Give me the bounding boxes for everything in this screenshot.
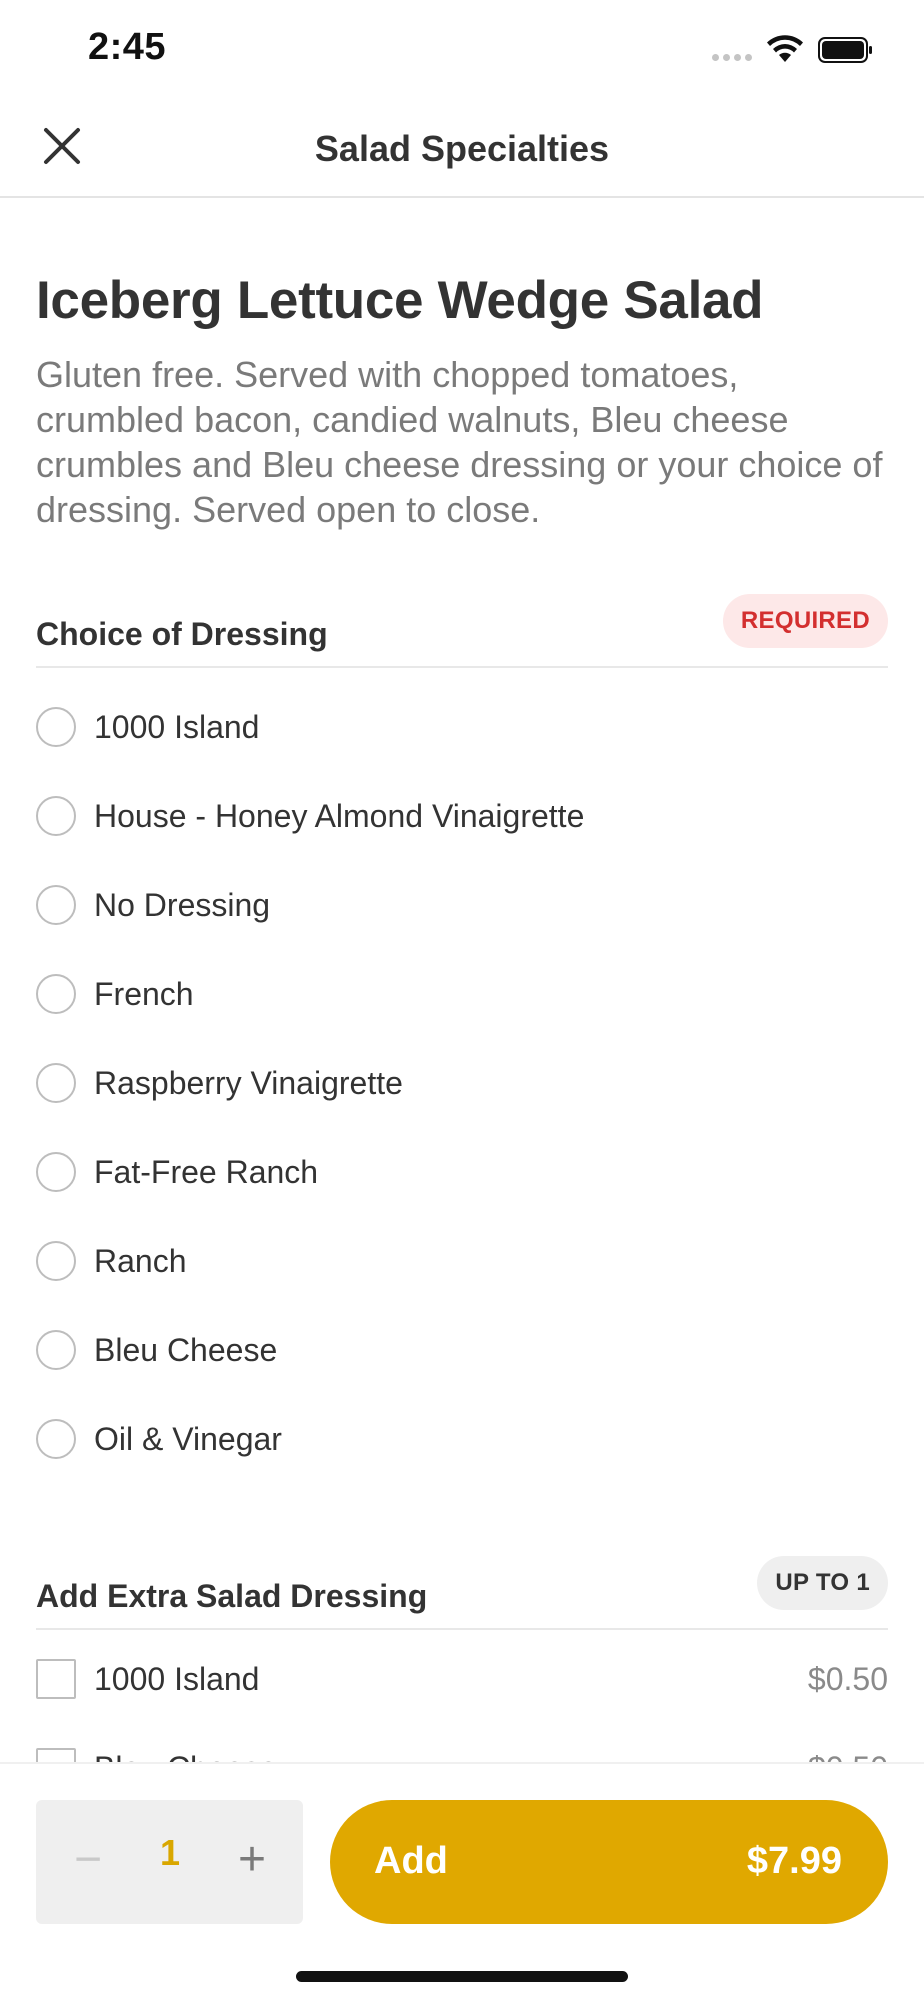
limit-badge: UP TO 1 xyxy=(757,1556,888,1610)
dressing-option[interactable]: Ranch xyxy=(36,1225,888,1297)
radio-button[interactable] xyxy=(36,1063,76,1103)
dressing-option[interactable]: French xyxy=(36,958,888,1030)
checkbox[interactable] xyxy=(36,1659,76,1699)
option-label: Raspberry Vinaigrette xyxy=(94,1065,403,1101)
radio-button[interactable] xyxy=(36,1419,76,1459)
add-button-price: $7.99 xyxy=(746,1840,842,1882)
radio-button[interactable] xyxy=(36,1330,76,1370)
option-label: Ranch xyxy=(94,1243,187,1279)
bottom-action-bar: − 1 + Add $7.99 xyxy=(0,1762,924,2000)
decrease-quantity-button[interactable]: − xyxy=(58,1830,118,1890)
extra-dressing-option[interactable]: Bleu Cheese $0.50 xyxy=(36,1732,888,1762)
radio-button[interactable] xyxy=(36,707,76,747)
add-to-order-button[interactable]: Add $7.99 xyxy=(330,1800,888,1924)
extra-dressing-group-title: Add Extra Salad Dressing xyxy=(36,1578,428,1614)
item-name: Iceberg Lettuce Wedge Salad xyxy=(36,271,764,330)
option-label: Fat-Free Ranch xyxy=(94,1154,319,1190)
nav-header: Salad Specialties xyxy=(0,100,924,198)
status-time: 2:45 xyxy=(88,26,167,68)
checkbox[interactable] xyxy=(36,1748,76,1762)
extra-dressing-option[interactable]: 1000 Island $0.50 xyxy=(36,1643,888,1715)
wifi-icon xyxy=(767,35,803,62)
required-badge: REQUIRED xyxy=(722,594,888,648)
option-label: Bleu Cheese xyxy=(94,1750,277,1762)
option-price: $0.50 xyxy=(808,1750,888,1762)
dressing-option[interactable]: No Dressing xyxy=(36,869,888,941)
dressing-option[interactable]: House - Honey Almond Vinaigrette xyxy=(36,780,888,852)
option-label: Bleu Cheese xyxy=(94,1332,278,1368)
option-label: 1000 Island xyxy=(94,1661,260,1697)
dressing-group-title: Choice of Dressing xyxy=(36,616,328,652)
dressing-option[interactable]: Oil & Vinegar xyxy=(36,1403,888,1475)
radio-button[interactable] xyxy=(36,885,76,925)
page-title: Salad Specialties xyxy=(314,128,610,169)
extra-dressing-group-header: Add Extra Salad Dressing UP TO 1 xyxy=(36,1556,888,1630)
item-details: Iceberg Lettuce Wedge Salad Gluten free.… xyxy=(0,198,924,1762)
radio-button[interactable] xyxy=(36,974,76,1014)
item-description: Gluten free. Served with chopped tomatoe… xyxy=(36,354,883,530)
add-button-label: Add xyxy=(374,1840,448,1882)
option-label: Oil & Vinegar xyxy=(94,1421,282,1457)
dressing-option[interactable]: 1000 Island xyxy=(36,691,888,763)
battery-icon xyxy=(818,37,872,63)
radio-button[interactable] xyxy=(36,796,76,836)
dressing-group-header: Choice of Dressing REQUIRED xyxy=(36,594,888,668)
home-indicator xyxy=(296,1971,628,1982)
dressing-option[interactable]: Bleu Cheese xyxy=(36,1314,888,1386)
option-price: $0.50 xyxy=(807,1661,888,1697)
menu-item-screen: 2:45 Salad Specialties Iceberg Lettuce W… xyxy=(0,0,924,2000)
option-label: French xyxy=(94,976,194,1012)
option-label: No Dressing xyxy=(94,887,271,923)
radio-button[interactable] xyxy=(36,1152,76,1192)
radio-button[interactable] xyxy=(36,1241,76,1281)
increase-quantity-button[interactable]: + xyxy=(222,1830,282,1890)
quantity-value: 1 xyxy=(159,1832,181,1873)
option-label: 1000 Island xyxy=(94,709,260,745)
quantity-stepper: − 1 + xyxy=(36,1800,303,1924)
cellular-signal-icon xyxy=(712,54,752,61)
status-bar: 2:45 xyxy=(0,0,924,100)
dressing-option[interactable]: Raspberry Vinaigrette xyxy=(36,1047,888,1119)
dressing-option[interactable]: Fat-Free Ranch xyxy=(36,1136,888,1208)
option-label: House - Honey Almond Vinaigrette xyxy=(94,798,585,834)
